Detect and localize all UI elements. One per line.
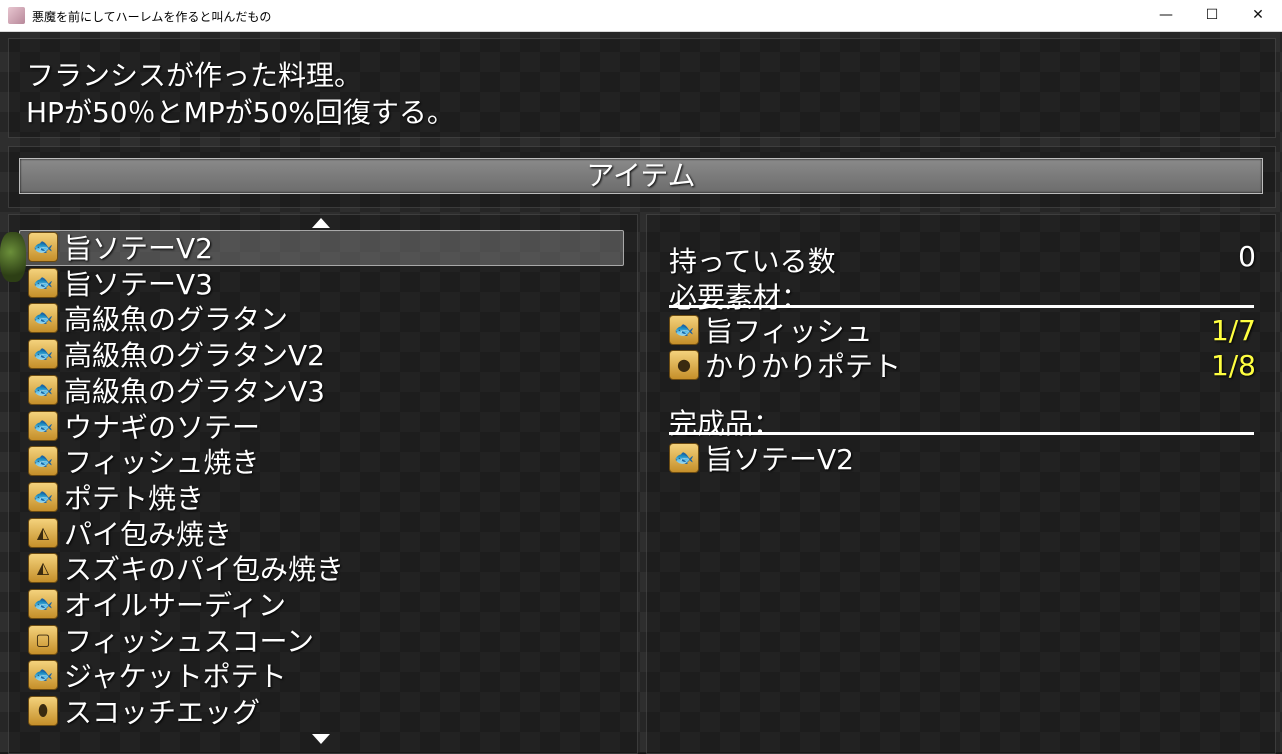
minimize-button[interactable]: — — [1143, 0, 1189, 31]
item-row[interactable]: 🐟 ウナギのソテー — [28, 409, 261, 444]
item-name: パイ包み焼き — [64, 517, 233, 551]
fish-icon: 🐟 — [669, 315, 699, 345]
fish-icon: 🐟 — [28, 232, 58, 262]
product-row: 🐟 旨ソテーV2 — [669, 441, 854, 476]
item-row[interactable]: 🐟 旨ソテーV2 — [28, 230, 213, 265]
pie-icon: ◭ — [28, 553, 58, 584]
item-row[interactable]: 🐟 ジャケットポテト — [28, 658, 287, 694]
fish-icon: 🐟 — [28, 660, 58, 691]
materials-divider — [669, 305, 1254, 308]
maximize-button[interactable]: ☐ — [1189, 0, 1235, 31]
item-row[interactable]: 🐟 ポテト焼き — [28, 480, 205, 515]
window-title: 悪魔を前にしてハーレムを作ると叫んだもの — [32, 10, 272, 24]
product-label: 完成品： — [669, 407, 782, 440]
item-row[interactable]: ▢ フィッシュスコーン — [28, 623, 315, 658]
item-name: フィッシュ焼き — [64, 446, 260, 480]
scroll-up-arrow-icon[interactable] — [312, 218, 330, 228]
item-name: 高級魚のグラタンV3 — [64, 374, 325, 408]
item-row[interactable]: 🐟 フィッシュ焼き — [28, 444, 260, 480]
item-row[interactable]: ⬮ スコッチエッグ — [28, 694, 261, 730]
material-count: 1/8 — [1210, 349, 1256, 382]
fish-icon: 🐟 — [28, 303, 58, 334]
fish-icon: 🐟 — [28, 481, 58, 512]
item-row[interactable]: 🐟 高級魚のグラタンV2 — [28, 337, 325, 373]
category-tab-item[interactable]: アイテム — [19, 158, 1263, 194]
character-sprite — [0, 232, 26, 282]
egg-icon: ⬮ — [28, 696, 58, 727]
item-row[interactable]: 🐟 オイルサーディン — [28, 587, 287, 622]
item-name: ウナギのソテー — [64, 410, 261, 444]
item-name: フィッシュスコーン — [64, 624, 315, 658]
fish-icon: 🐟 — [28, 374, 58, 405]
scroll-down-arrow-icon[interactable] — [312, 734, 330, 744]
item-name: ポテト焼き — [64, 481, 205, 515]
help-line-2: HPが50％とMPが50%回復する。 — [26, 96, 455, 129]
item-name: 高級魚のグラタンV2 — [64, 339, 325, 373]
product-name: 旨ソテーV2 — [705, 443, 854, 476]
material-name: 旨フィッシュ — [705, 315, 873, 348]
item-row[interactable]: 🐟 旨ソテーV3 — [28, 266, 213, 301]
item-name: オイルサーディン — [64, 589, 287, 622]
item-name: 旨ソテーV3 — [64, 267, 213, 301]
item-row[interactable]: ◭ パイ包み焼き — [28, 516, 233, 551]
material-row: 🐟 旨フィッシュ — [669, 313, 873, 348]
app-icon — [8, 7, 25, 24]
item-row[interactable]: ◭ スズキのパイ包み焼き — [28, 551, 345, 587]
item-row[interactable]: 🐟 高級魚のグラタン — [28, 301, 289, 337]
potato-icon: ● — [669, 350, 699, 380]
category-label: アイテム — [586, 159, 696, 192]
item-name: スズキのパイ包み焼き — [64, 553, 345, 587]
item-name: ジャケットポテト — [64, 660, 287, 694]
product-divider — [669, 432, 1254, 435]
item-name: 旨ソテーV2 — [64, 232, 213, 265]
close-button[interactable]: ✕ — [1235, 0, 1281, 31]
fish-icon: 🐟 — [28, 267, 58, 298]
fish-icon: 🐟 — [28, 410, 58, 441]
item-row[interactable]: 🐟 高級魚のグラタンV3 — [28, 373, 325, 408]
item-name: 高級魚のグラタン — [64, 303, 289, 337]
pie-icon: ◭ — [28, 517, 58, 548]
material-row: ● かりかりポテト — [669, 348, 902, 383]
fish-icon: 🐟 — [28, 339, 58, 370]
item-name: スコッチエッグ — [64, 696, 261, 730]
owned-count-label: 持っている数 — [669, 245, 836, 278]
fish-icon: 🐟 — [669, 443, 699, 473]
fish-icon: 🐟 — [28, 446, 58, 477]
window-titlebar: 悪魔を前にしてハーレムを作ると叫んだもの — ☐ ✕ — [0, 0, 1282, 32]
material-name: かりかりポテト — [705, 350, 902, 383]
owned-count-value: 0 — [1238, 240, 1256, 273]
fish-icon: 🐟 — [28, 589, 58, 619]
bread-icon: ▢ — [28, 624, 58, 655]
help-line-1: フランシスが作った料理。 — [26, 59, 363, 92]
material-count: 1/7 — [1210, 314, 1256, 347]
